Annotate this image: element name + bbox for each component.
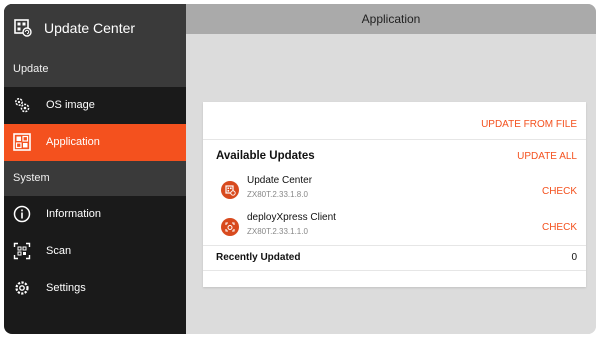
- apps-grid-icon: [13, 133, 31, 151]
- sidebar-item-label: OS image: [46, 99, 95, 111]
- info-icon: [13, 205, 31, 223]
- app-window: Update Center Update OS image Applicatio…: [4, 4, 596, 334]
- section-update: Update: [4, 52, 186, 87]
- sidebar-item-os-image[interactable]: OS image: [4, 87, 186, 124]
- page-title: Application: [361, 12, 421, 26]
- divider: [203, 139, 586, 140]
- sidebar-header: Update Center: [4, 4, 186, 52]
- update-center-logo-icon: [13, 18, 33, 38]
- check-button[interactable]: CHECK: [542, 186, 577, 197]
- update-all-button[interactable]: UPDATE ALL: [517, 151, 577, 162]
- sidebar-item-scan[interactable]: Scan: [4, 233, 186, 270]
- top-bar: Application: [186, 4, 596, 34]
- app-version: ZX80T.2.33.1.8.0: [247, 190, 308, 199]
- sidebar-item-label: Settings: [46, 282, 86, 294]
- update-center-app-icon: [221, 181, 239, 199]
- section-system: System: [4, 161, 186, 196]
- app-name: deployXpress Client: [247, 212, 336, 223]
- divider: [203, 270, 586, 271]
- sidebar-item-label: Application: [46, 136, 100, 148]
- update-from-file-button[interactable]: UPDATE FROM FILE: [481, 119, 577, 130]
- divider: [203, 245, 586, 246]
- scan-icon: [13, 242, 31, 260]
- updates-card: UPDATE FROM FILE Available Updates UPDAT…: [203, 102, 586, 287]
- recently-updated-count: 0: [571, 252, 577, 263]
- recently-updated-title: Recently Updated: [216, 252, 301, 263]
- gears-icon: [13, 96, 31, 114]
- gear-icon: [13, 279, 31, 297]
- check-button[interactable]: CHECK: [542, 222, 577, 233]
- sidebar-item-information[interactable]: Information: [4, 196, 186, 233]
- deployxpress-app-icon: [221, 218, 239, 236]
- sidebar-item-application[interactable]: Application: [4, 124, 186, 161]
- app-version: ZX80T.2.33.1.1.0: [247, 227, 308, 236]
- available-updates-title: Available Updates: [216, 150, 315, 162]
- app-title: Update Center: [44, 20, 136, 36]
- sidebar-item-label: Scan: [46, 245, 72, 257]
- section-label: Update: [13, 63, 49, 75]
- sidebar: Update Center Update OS image Applicatio…: [4, 4, 186, 334]
- sidebar-item-settings[interactable]: Settings: [4, 270, 186, 307]
- app-name: Update Center: [247, 175, 313, 186]
- sidebar-item-label: Information: [46, 208, 102, 220]
- section-label: System: [13, 172, 50, 184]
- main-content: Application UPDATE FROM FILE Available U…: [186, 4, 596, 334]
